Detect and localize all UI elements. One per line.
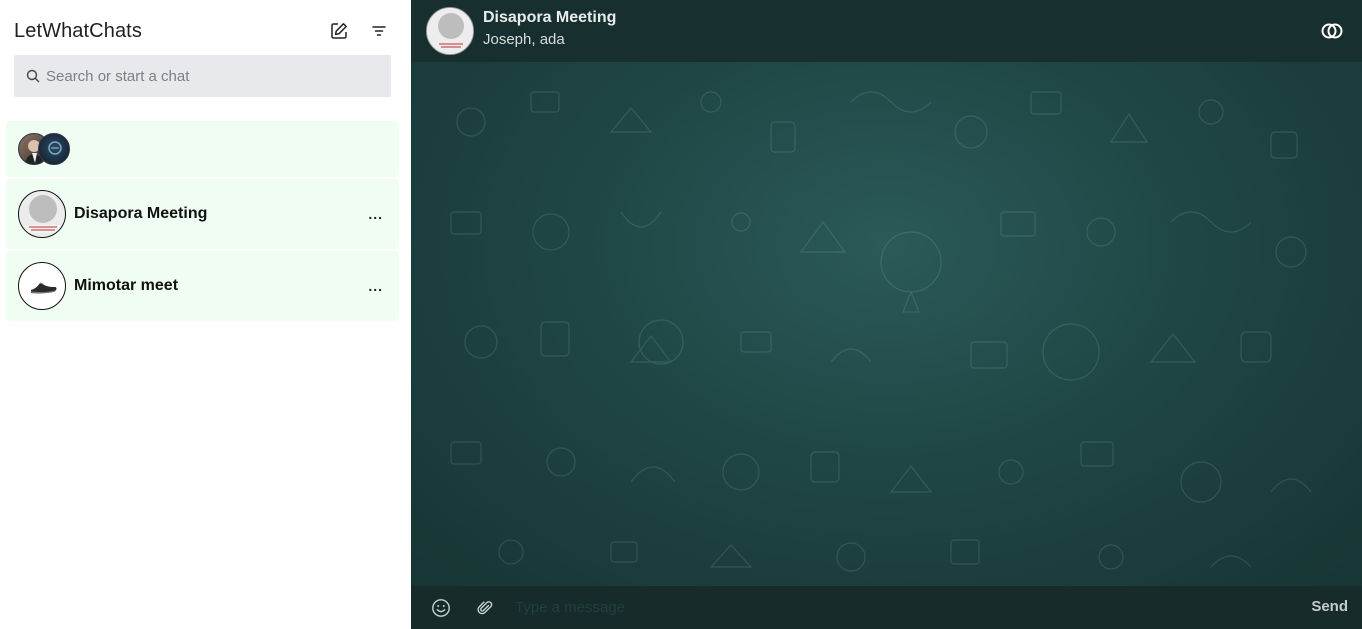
more-options-icon[interactable]: ...: [368, 207, 383, 221]
chat-participants: Joseph, ada: [483, 30, 565, 48]
chat-item-group[interactable]: [6, 121, 399, 177]
chat-item-mimotar-meet[interactable]: Mimotar meet ...: [6, 251, 399, 321]
avatar: [18, 190, 66, 238]
attach-icon[interactable]: [473, 596, 497, 620]
search-input[interactable]: [46, 67, 366, 85]
message-input[interactable]: [515, 599, 1275, 616]
chat-list: Disapora Meeting ... Mimotar meet ...: [6, 121, 399, 323]
sidebar: LetWhatChats Search or start a chat Disa…: [0, 0, 411, 629]
message-composer: Send: [411, 586, 1362, 629]
chat-item-disapora-meeting[interactable]: Disapora Meeting ...: [6, 179, 399, 249]
avatar: [38, 133, 70, 165]
chat-name: Disapora Meeting: [74, 205, 208, 222]
group-avatars: [18, 133, 78, 165]
chat-wallpaper: [411, 62, 1362, 586]
filter-icon[interactable]: [367, 19, 391, 43]
sidebar-header: LetWhatChats: [14, 16, 397, 46]
search-icon: [14, 55, 46, 97]
header-actions: [327, 19, 397, 43]
app-root: LetWhatChats Search or start a chat Disa…: [0, 0, 1362, 629]
send-button[interactable]: Send: [1311, 598, 1348, 615]
search-box: [14, 55, 391, 97]
chat-header-text: Disapora Meeting Joseph, ada: [483, 9, 616, 48]
app-title: LetWhatChats: [14, 19, 142, 42]
avatar: [18, 262, 66, 310]
chat-panel: Disapora Meeting Joseph, ada Send: [411, 0, 1362, 629]
more-options-icon[interactable]: ...: [368, 279, 383, 293]
chat-title: Disapora Meeting: [483, 8, 617, 26]
compose-icon[interactable]: [327, 19, 351, 43]
emoji-icon[interactable]: [429, 596, 453, 620]
avatar[interactable]: [426, 7, 474, 55]
chat-header: Disapora Meeting Joseph, ada: [411, 0, 1362, 62]
chat-name: Mimotar meet: [74, 277, 179, 294]
theme-toggle-icon[interactable]: [1320, 19, 1344, 43]
